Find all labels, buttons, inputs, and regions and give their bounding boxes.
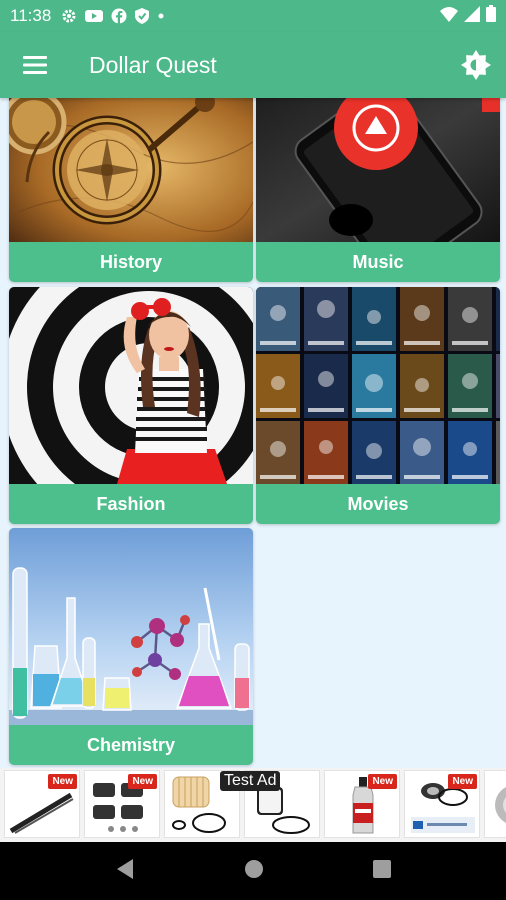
battery-icon (486, 5, 496, 27)
status-time: 11:38 (10, 6, 52, 25)
category-label: Fashion (96, 493, 166, 514)
ad-banner[interactable]: New New New New Test Ad (0, 768, 506, 842)
brightness-icon (461, 50, 491, 80)
category-card-movies[interactable]: Movies (256, 287, 500, 524)
new-badge: New (448, 774, 477, 789)
category-card-chemistry[interactable]: Chemistry (9, 528, 253, 765)
youtube-icon (85, 9, 104, 23)
app-title: Dollar Quest (89, 51, 217, 78)
chemistry-image (9, 528, 253, 725)
back-icon (116, 858, 133, 879)
category-card-fashion[interactable]: Fashion (9, 287, 253, 524)
ad-product-brake-pads[interactable]: New (84, 770, 160, 838)
category-card-history[interactable]: History (9, 98, 253, 282)
dot-icon (157, 12, 165, 20)
back-button[interactable] (115, 858, 135, 885)
menu-button[interactable] (0, 32, 70, 98)
category-label: Music (352, 251, 404, 272)
wifi-icon (440, 6, 458, 27)
status-bar: 11:38 (0, 0, 506, 32)
ad-product-wiper-blade[interactable]: New (4, 770, 80, 838)
ad-product-wheel-bearing[interactable]: New (404, 770, 480, 838)
settings-icon (61, 8, 77, 24)
facebook-icon (111, 8, 127, 24)
app-bar: Dollar Quest (0, 32, 506, 98)
test-ad-label: Test Ad (220, 771, 281, 791)
home-button[interactable] (244, 859, 264, 884)
ad-product-partial[interactable] (484, 770, 506, 838)
ad-product-additive-bottle[interactable]: New (324, 770, 400, 838)
recents-button[interactable] (373, 859, 392, 883)
category-label: Chemistry (86, 734, 176, 755)
shield-icon (135, 8, 150, 24)
navigation-bar (0, 842, 506, 900)
category-label: History (99, 251, 162, 272)
recents-icon (373, 859, 392, 878)
home-icon (244, 859, 263, 878)
movies-image (256, 287, 500, 484)
category-label: Movies (347, 493, 409, 514)
theme-toggle-button[interactable] (446, 32, 506, 98)
music-image (256, 98, 500, 242)
new-badge: New (368, 774, 397, 789)
history-image (9, 98, 253, 242)
new-badge: New (48, 774, 77, 789)
category-card-music[interactable]: Music (256, 98, 500, 282)
fashion-image (9, 287, 253, 484)
signal-icon (464, 5, 480, 27)
category-grid: History Music Fashion Movies Chemistry (0, 98, 506, 768)
new-badge: New (128, 774, 157, 789)
hamburger-menu-icon (23, 56, 47, 74)
